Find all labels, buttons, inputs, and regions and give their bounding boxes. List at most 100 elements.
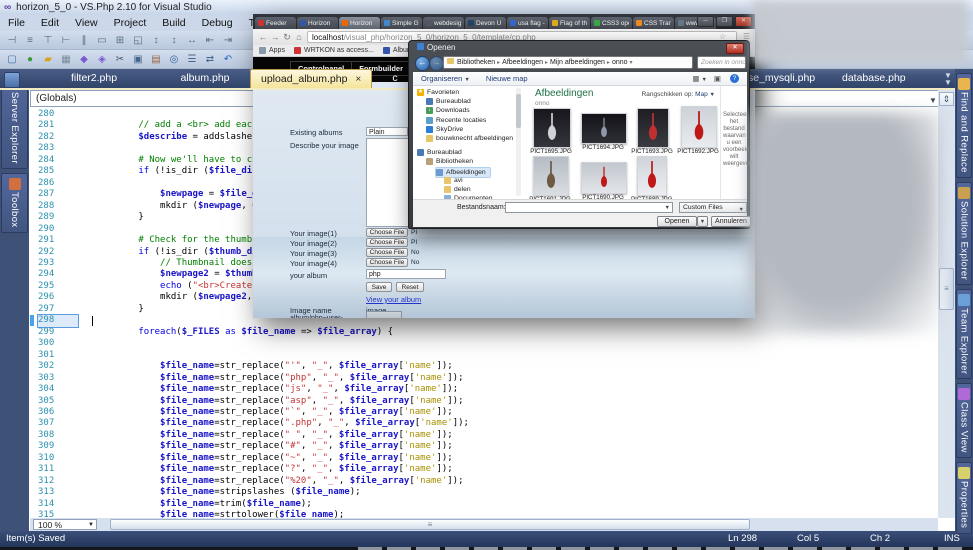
close-icon[interactable]: × (355, 74, 361, 85)
breadcrumb-segment[interactable]: onno (612, 59, 628, 66)
doc-tab-filter2-php[interactable]: filter2.php (28, 69, 160, 88)
height-icon[interactable]: ↕ (166, 33, 182, 48)
align-left-icon[interactable]: ⊣ (4, 33, 20, 48)
album-name-input[interactable]: php (366, 269, 446, 279)
reset-button[interactable]: Reset (396, 282, 424, 292)
tree-item-bibliotheken[interactable]: Bibliotheken (426, 157, 473, 166)
close-button[interactable]: ✕ (735, 16, 752, 27)
indent-icon[interactable]: ≡ (22, 33, 38, 48)
tree-scrollbar[interactable] (516, 88, 521, 196)
maximize-button[interactable]: ❐ (716, 16, 733, 27)
help-icon[interactable]: ? (730, 74, 739, 83)
menu-build[interactable]: Build (154, 15, 193, 31)
open-button[interactable]: Openen (657, 216, 697, 227)
open-folder-icon[interactable]: ▰ (40, 52, 56, 67)
browser-tab[interactable]: webdesig (423, 17, 464, 29)
grow-icon[interactable]: ⇥ (220, 33, 236, 48)
filetype-dropdown[interactable]: Custom Files▼ (679, 202, 747, 213)
split-icon[interactable]: ◱ (130, 33, 146, 48)
view-album-link[interactable]: View your album (366, 295, 421, 304)
save-all-icon[interactable]: ◈ (94, 52, 110, 67)
doc-tab-upload_album-php[interactable]: upload_album.php× (250, 69, 372, 88)
list-icon[interactable]: ☰ (184, 52, 200, 67)
tree-item-avi[interactable]: avi (444, 176, 463, 185)
breadcrumb-segment[interactable]: Afbeeldingen (502, 59, 543, 66)
find-icon[interactable]: ◎ (166, 52, 182, 67)
arrange-by-dropdown[interactable]: Rangschikken op: Map ▼ (642, 91, 715, 98)
file-thumbnail[interactable] (533, 108, 571, 148)
bookmark-item[interactable]: WRTKON as access... (294, 47, 374, 54)
chevron-down-icon[interactable]: ▼ (929, 93, 937, 108)
menu-file[interactable]: File (0, 15, 33, 31)
save-button[interactable]: Save (366, 282, 392, 292)
tree-item-bouwknecht-afbeeldingen[interactable]: bouwknecht afbeeldingen (426, 134, 513, 143)
sidebar-tab-solution-explorer[interactable]: Solution Explorer (956, 182, 972, 285)
splitter-handle-icon[interactable]: ⇕ (939, 92, 954, 106)
zoom-level-dropdown[interactable]: 100 % ▼ (33, 519, 97, 530)
breadcrumb-segment[interactable]: Mijn afbeeldingen (550, 59, 605, 66)
breadcrumb-segment[interactable]: Bibliotheken (457, 59, 495, 66)
browser-tab[interactable]: CSS3 ope (591, 17, 632, 29)
search-input[interactable]: Zoeken in onno (697, 56, 746, 69)
choose-file-button[interactable]: Choose File (366, 258, 408, 267)
file-thumbnail[interactable] (681, 106, 717, 148)
choose-file-button[interactable]: Choose File (366, 248, 408, 257)
back-icon[interactable]: ← (415, 56, 430, 71)
forward-icon[interactable]: → (429, 56, 444, 71)
minimize-button[interactable]: ─ (697, 16, 714, 27)
cut-icon[interactable]: ✂ (112, 52, 128, 67)
horizontal-scrollbar-thumb[interactable]: ≡ (110, 519, 750, 530)
reload-icon[interactable]: ↻ (281, 31, 293, 43)
scrollbar-thumb[interactable]: ≡ (939, 268, 954, 310)
file-thumbnail[interactable] (581, 162, 627, 194)
sidebar-tab-team-explorer[interactable]: Team Explorer (956, 289, 972, 379)
album-row-thumbnail[interactable] (366, 311, 402, 318)
breadcrumb[interactable]: Bibliotheken▸Afbeeldingen▸Mijn afbeeldin… (443, 56, 693, 69)
grid-icon[interactable]: ⊞ (112, 33, 128, 48)
new-project-icon[interactable]: ▢ (4, 52, 20, 67)
align-right-icon[interactable]: ⊢ (58, 33, 74, 48)
browser-tab[interactable]: Flag of th (549, 17, 590, 29)
choose-file-button[interactable]: Choose File (366, 238, 408, 247)
file-thumbnail[interactable] (637, 108, 669, 148)
menu-debug[interactable]: Debug (194, 15, 241, 31)
browser-tab[interactable]: CSS Tran (633, 17, 674, 29)
paste-icon[interactable]: ▤ (148, 52, 164, 67)
doc-tab-se_mysqli-php[interactable]: se_mysqli.php (738, 69, 825, 88)
menu-view[interactable]: View (67, 15, 106, 31)
sort-icon[interactable]: ⇄ (202, 52, 218, 67)
menu-project[interactable]: Project (106, 15, 155, 31)
add-item-icon[interactable]: ▦ (58, 52, 74, 67)
file-thumbnail[interactable] (581, 113, 627, 144)
filename-input[interactable]: ▼ (505, 202, 673, 213)
browser-tab[interactable]: Feeder (255, 17, 296, 29)
file-thumbnail[interactable] (533, 156, 569, 196)
browser-tab[interactable]: Horizon (297, 17, 338, 29)
tree-item-bureaublad[interactable]: Bureaublad (426, 97, 471, 106)
browser-tab[interactable]: Horizon (339, 17, 380, 29)
open-split-arrow[interactable]: ▼ (697, 216, 708, 227)
organize-button[interactable]: Organiseren ▼ (421, 74, 470, 83)
sidebar-tab-find-and-replace[interactable]: Find and Replace (956, 73, 972, 178)
preview-pane-icon[interactable]: ▣ (714, 72, 721, 86)
tree-item-recente-locaties[interactable]: Recente locaties (426, 116, 486, 125)
sidebar-tab-class-view[interactable]: Class View (956, 383, 972, 458)
editor-vertical-scrollbar[interactable]: ⇕ ≡ (938, 90, 955, 518)
tree-item-favorieten[interactable]: ★Favorieten (417, 88, 459, 97)
cancel-button[interactable]: Annuleren (711, 216, 751, 227)
forward-icon[interactable]: → (269, 31, 281, 43)
back-icon[interactable]: ← (257, 31, 269, 43)
tree-item-bureaublad[interactable]: Bureaublad (417, 148, 462, 157)
sidebar-tab-toolbox[interactable]: Toolbox (1, 173, 28, 233)
views-icon[interactable]: ▦ ▼ (692, 72, 707, 87)
browser-tab[interactable]: Simple G (381, 17, 422, 29)
copy-icon[interactable]: ▣ (130, 52, 146, 67)
close-icon[interactable]: ✕ (726, 43, 744, 54)
shrink-icon[interactable]: ⇤ (202, 33, 218, 48)
browser-tab[interactable]: Devon U (465, 17, 506, 29)
sidebar-tab-properties[interactable]: Properties (956, 462, 972, 533)
dock-icon[interactable]: ▭ (94, 33, 110, 48)
tree-item-downloads[interactable]: ↓Downloads (426, 106, 470, 115)
existing-albums-select[interactable]: Plain (366, 127, 408, 136)
choose-file-button[interactable]: Choose File (366, 228, 408, 237)
